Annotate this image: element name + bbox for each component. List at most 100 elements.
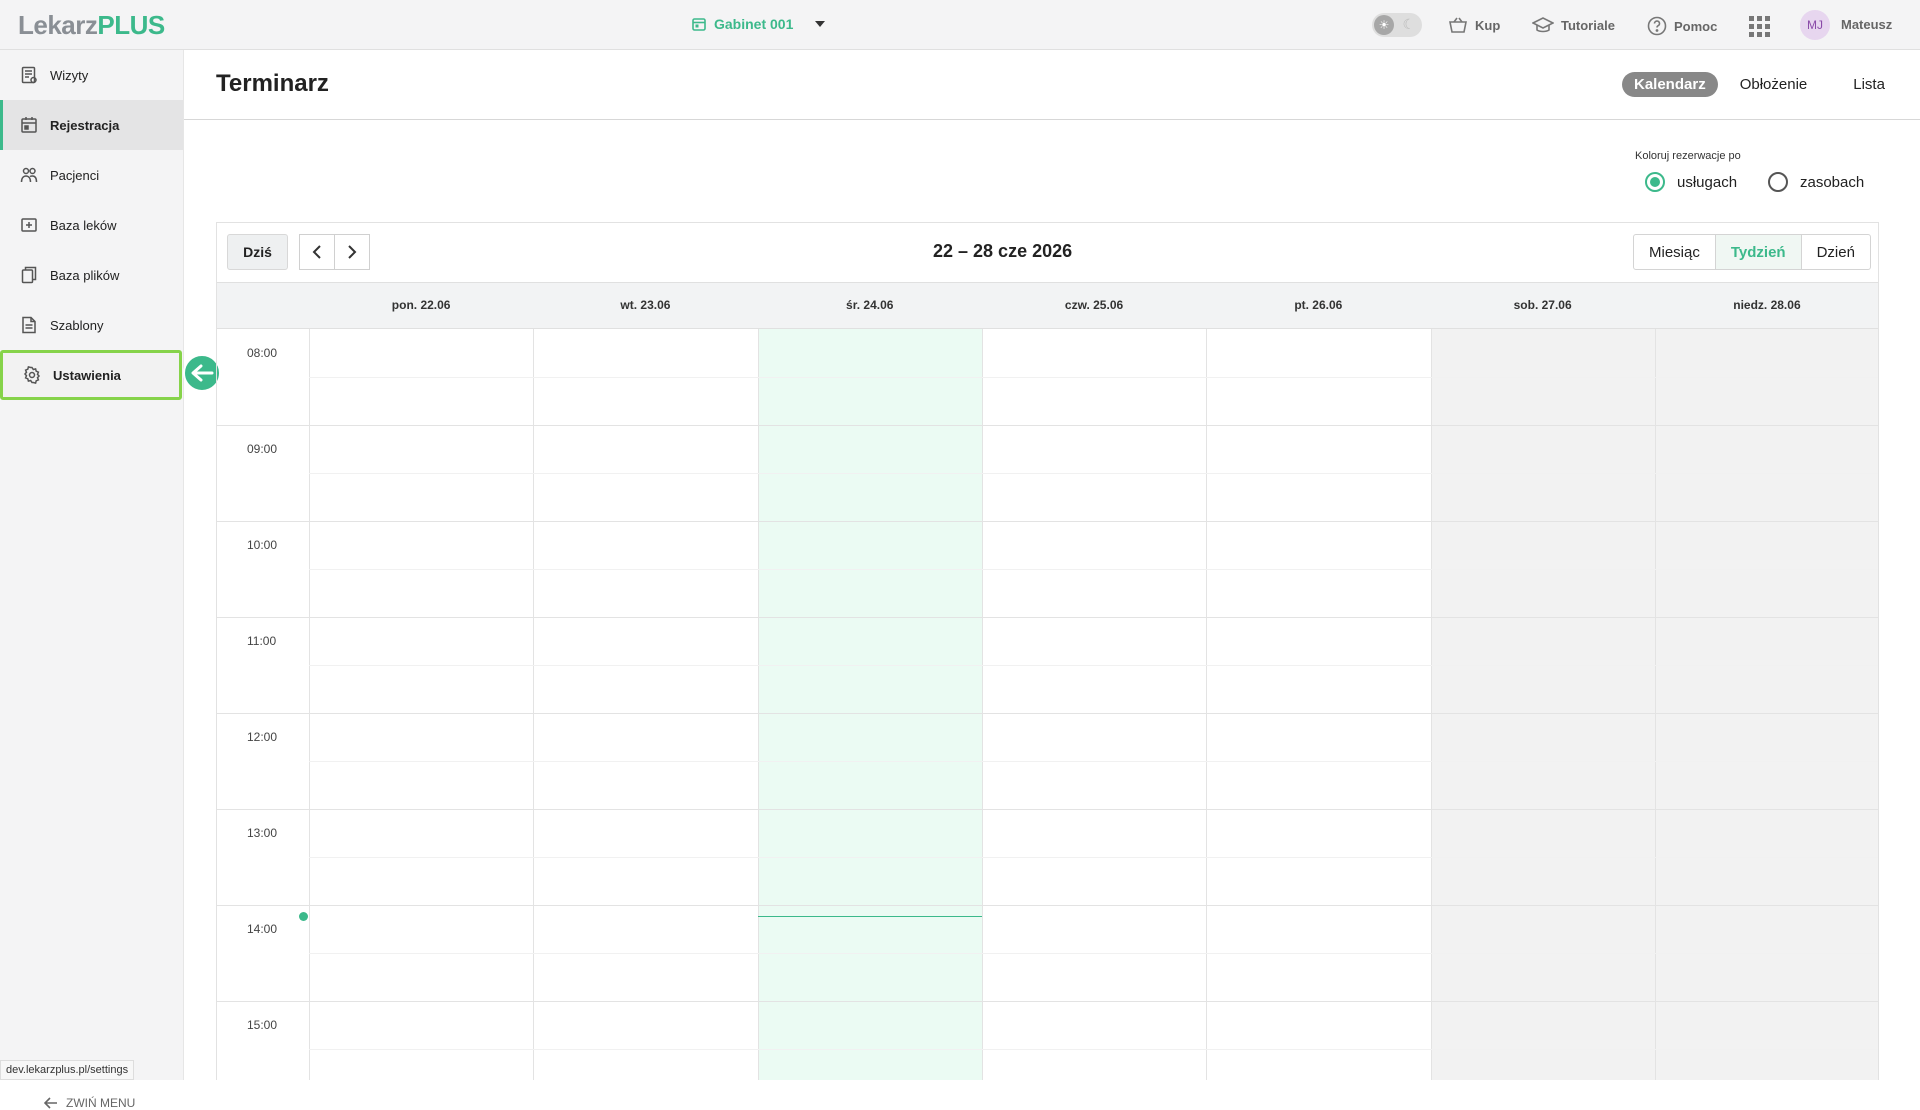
current-time-line — [757, 916, 982, 918]
sidebar-item-patients[interactable]: Pacjenci — [0, 150, 183, 200]
collapse-menu-label: ZWIŃ MENU — [66, 1096, 136, 1110]
hour-label: 15:00 — [247, 1018, 278, 1032]
calendar-mode-switch: Miesiąc Tydzień Dzień — [1633, 234, 1871, 270]
radio-label: usługach — [1677, 173, 1738, 191]
page-title: Terminarz — [216, 70, 329, 97]
today-button[interactable]: Dziś — [227, 234, 288, 270]
chevron-left-icon — [312, 245, 321, 259]
files-icon — [21, 266, 37, 284]
half-hour-divider — [309, 665, 1878, 666]
tab-calendar[interactable]: Kalendarz — [1622, 72, 1718, 97]
theme-toggle[interactable]: ☀ ☾ — [1372, 13, 1422, 37]
today-column — [757, 329, 982, 1080]
half-hour-divider — [309, 761, 1878, 762]
half-hour-divider — [309, 953, 1878, 954]
office-name: Gabinet 001 — [714, 16, 794, 32]
office-selector[interactable]: Gabinet 001 — [692, 16, 826, 32]
sidebar-item-registration[interactable]: Rejestracja — [0, 100, 183, 150]
sidebar-item-visits[interactable]: Wizyty — [0, 50, 183, 100]
hour-divider — [217, 425, 1878, 426]
half-hour-divider — [309, 377, 1878, 378]
tutorials-label: Tutoriale — [1561, 17, 1615, 33]
patients-icon — [20, 167, 38, 183]
view-tabs: Kalendarz Obłożenie Lista — [1622, 72, 1897, 97]
day-header-label[interactable]: sob. 27.06 — [1431, 298, 1655, 312]
visits-icon — [21, 66, 37, 84]
tutorials-link[interactable]: Tutoriale — [1532, 16, 1615, 34]
day-header-label[interactable]: pt. 26.06 — [1206, 298, 1430, 312]
radio-selected-icon — [1645, 172, 1665, 192]
hour-divider — [217, 1001, 1878, 1002]
mode-day-button[interactable]: Dzień — [1802, 235, 1870, 269]
column-divider — [533, 329, 535, 1080]
sidebar-item-label: Rejestracja — [50, 117, 120, 133]
sidebar-item-medicines[interactable]: Baza leków — [0, 200, 183, 250]
sidebar-item-label: Wizyty — [50, 67, 89, 83]
half-hour-divider — [309, 1049, 1878, 1050]
prev-week-button[interactable] — [299, 234, 335, 270]
buy-label: Kup — [1475, 17, 1501, 33]
half-hour-divider — [309, 569, 1878, 570]
day-header-label[interactable]: niedz. 28.06 — [1655, 298, 1878, 312]
tab-occupancy[interactable]: Obłożenie — [1728, 72, 1820, 97]
sidebar-item-files[interactable]: Baza plików — [0, 250, 183, 300]
hour-divider — [217, 713, 1878, 714]
color-by-resources-radio[interactable]: zasobach — [1768, 172, 1864, 192]
buy-link[interactable]: Kup — [1448, 16, 1500, 34]
sidebar-item-settings[interactable]: Ustawienia — [0, 350, 182, 400]
column-divider — [1430, 329, 1432, 1080]
help-icon — [1647, 16, 1667, 36]
sidebar-item-label: Baza leków — [50, 217, 117, 233]
logo-text-plus: PLUS — [97, 10, 165, 40]
calendar-icon — [21, 117, 37, 133]
color-by-label: Koloruj rezerwacje po — [1635, 150, 1741, 162]
date-range-title: 22 – 28 cze 2026 — [933, 241, 1073, 261]
column-divider — [309, 329, 310, 1080]
day-header-label[interactable]: wt. 23.06 — [533, 298, 757, 312]
radio-empty-icon — [1768, 172, 1788, 192]
hour-label: 08:00 — [247, 346, 278, 360]
avatar[interactable]: MJ — [1800, 10, 1830, 40]
next-week-button[interactable] — [334, 234, 370, 270]
hour-divider — [217, 905, 1878, 906]
help-link[interactable]: Pomoc — [1647, 16, 1717, 36]
hour-label: 12:00 — [247, 730, 278, 744]
hour-label: 13:00 — [247, 826, 278, 840]
apps-grid-icon[interactable] — [1749, 16, 1770, 37]
gear-icon — [23, 366, 41, 384]
app-logo[interactable]: LekarzPLUS — [18, 10, 165, 41]
sidebar-item-templates[interactable]: Szablony — [0, 300, 183, 350]
current-time-dot — [299, 912, 308, 922]
mode-month-button[interactable]: Miesiąc — [1634, 235, 1716, 269]
sidebar: Wizyty Rejestracja Pacjenci Baza leków B… — [0, 50, 184, 1110]
calendar: Dziś 22 – 28 cze 2026 Miesiąc Tydzień Dz… — [216, 222, 1879, 1080]
day-header-label[interactable]: śr. 24.06 — [758, 298, 982, 312]
top-bar: LekarzPLUS Gabinet 001 ☀ ☾ Kup Tutoriale… — [0, 0, 1920, 50]
sidebar-item-label: Szablony — [50, 317, 104, 333]
day-header-label[interactable]: czw. 25.06 — [982, 298, 1206, 312]
column-divider — [1654, 329, 1656, 1080]
medicine-icon — [21, 218, 37, 232]
help-label: Pomoc — [1674, 18, 1718, 34]
sun-icon: ☀ — [1374, 15, 1394, 35]
sidebar-item-label: Baza plików — [50, 267, 120, 283]
calendar-icon — [692, 18, 706, 31]
chevron-right-icon — [348, 245, 357, 259]
status-bar-url: dev.lekarzplus.pl/settings — [0, 1060, 135, 1080]
day-header-row: pon. 22.06 wt. 23.06 śr. 24.06 czw. 25.06 pt… — [217, 282, 1878, 329]
arrow-left-icon — [44, 1097, 57, 1109]
hour-divider — [217, 521, 1878, 522]
hour-divider — [217, 809, 1878, 810]
half-hour-divider — [309, 473, 1878, 474]
tab-list[interactable]: Lista — [1841, 72, 1897, 97]
day-header-label[interactable]: pon. 22.06 — [309, 298, 533, 312]
column-divider — [757, 329, 759, 1080]
time-grid[interactable]: 08:00 09:00 10:00 11:00 12:00 13:00 14:00 15:00 — [217, 329, 1878, 1080]
collapse-menu-button[interactable]: ZWIŃ MENU — [44, 1096, 135, 1110]
mode-week-button[interactable]: Tydzień — [1715, 235, 1802, 269]
hour-label: 10:00 — [247, 538, 278, 552]
color-by-services-radio[interactable]: usługach — [1645, 172, 1737, 192]
calendar-toolbar: Dziś 22 – 28 cze 2026 Miesiąc Tydzień Dz… — [217, 223, 1878, 283]
username[interactable]: Mateusz — [1841, 17, 1892, 32]
hour-divider — [217, 617, 1878, 618]
